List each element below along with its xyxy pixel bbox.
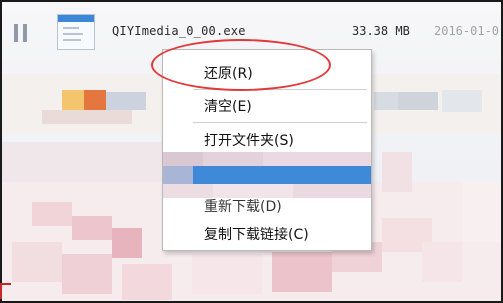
menu-item-label: 打开文件夹(S)	[204, 133, 294, 149]
download-date: 2016-01-0	[434, 24, 500, 38]
menu-item-redownload[interactable]: 重新下载(D)	[163, 190, 371, 216]
file-size: 33.38 MB	[352, 24, 410, 38]
file-icon	[57, 14, 95, 50]
menu-item-copy-link[interactable]: 复制下载链接(C)	[163, 220, 371, 246]
annotation-corner	[0, 283, 11, 299]
annotation-ellipse	[151, 39, 331, 91]
menu-item-open-folder[interactable]: 打开文件夹(S)	[163, 126, 371, 152]
menu-item-label: 清空(E)	[204, 99, 252, 115]
file-name: QIYImedia_0_00.exe	[112, 24, 246, 38]
menu-item-label: 复制下载链接(C)	[204, 227, 309, 243]
menu-item-clear[interactable]: 清空(E)	[163, 92, 371, 118]
menu-separator	[193, 122, 367, 123]
pause-icon[interactable]	[14, 24, 28, 42]
download-manager-window: QIYImedia_0_00.exe 33.38 MB 2016-01-0 还原…	[0, 0, 503, 303]
menu-item-label: 重新下载(D)	[204, 199, 282, 215]
